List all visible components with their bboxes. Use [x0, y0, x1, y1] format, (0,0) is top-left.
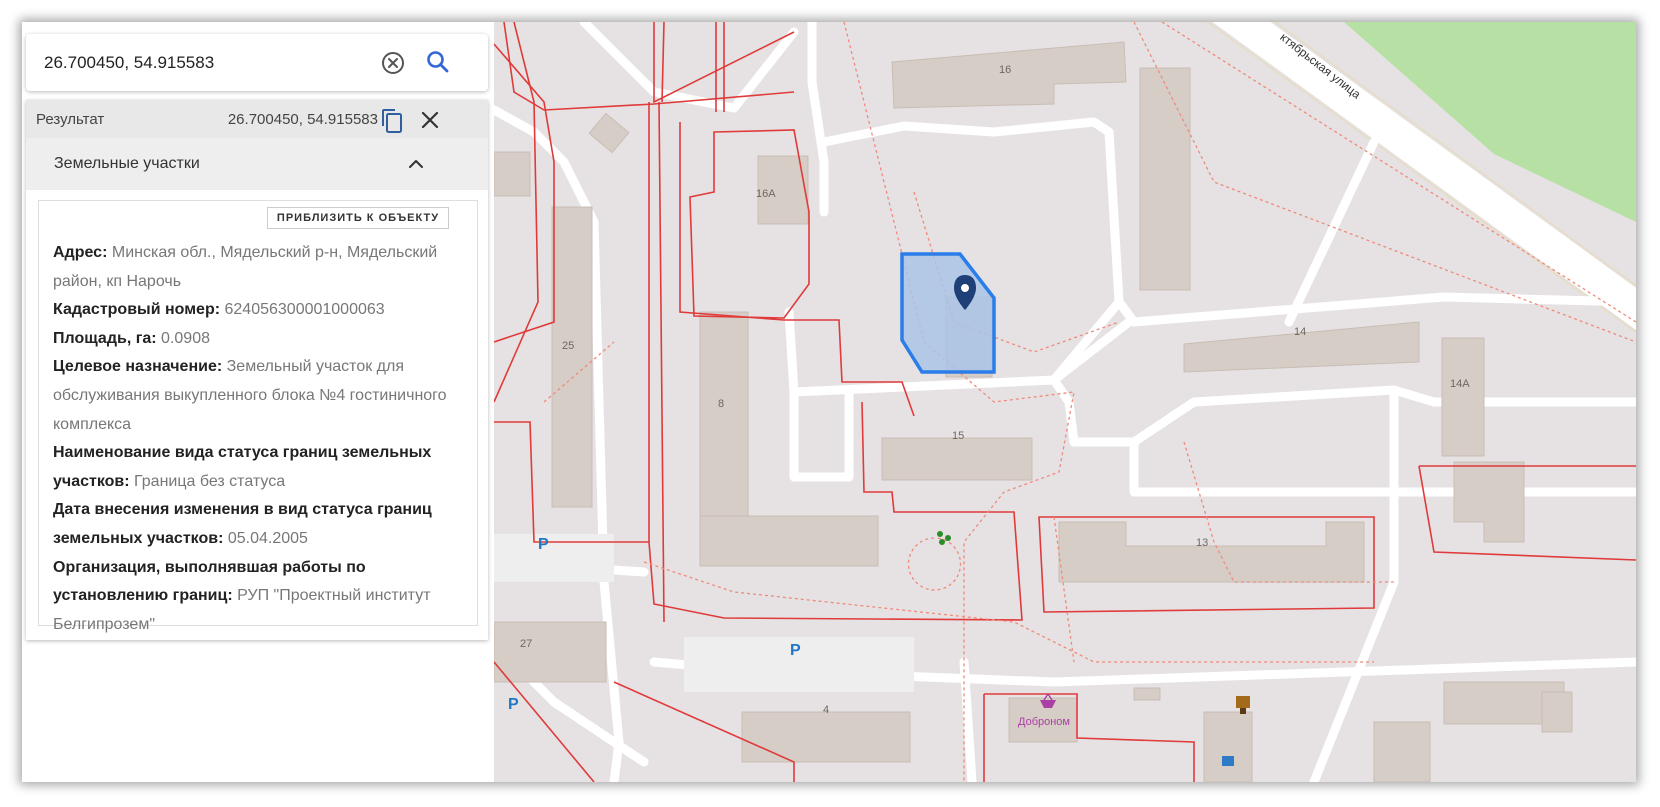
app-window: 16 16А 25 8 15 14 14А 13 27 4 ктябрьская… — [22, 22, 1636, 782]
cadastral-number-value: 624056300001000063 — [224, 301, 385, 319]
search-input[interactable] — [42, 48, 366, 78]
close-result-button[interactable] — [418, 108, 442, 132]
building-label: 13 — [1196, 537, 1209, 549]
clear-circle-icon — [382, 52, 404, 74]
result-card: Результат 26.700450, 54.915583 Земельные… — [26, 100, 488, 640]
land-plots-section-header[interactable]: Земельные участки — [26, 138, 488, 190]
parcel-details: Адрес: Минская обл., Мядельский р-н, Мяд… — [53, 239, 463, 639]
building-label: 27 — [520, 638, 533, 650]
building-label: 14 — [1294, 326, 1307, 338]
info-board-icon — [1222, 756, 1234, 766]
section-title: Земельные участки — [54, 155, 200, 172]
result-title: Результат — [36, 111, 105, 128]
shop-label[interactable]: Доброном — [1018, 716, 1070, 728]
building-label: 8 — [718, 398, 725, 410]
search-icon — [427, 51, 449, 73]
parking-icon: P — [790, 642, 801, 659]
map-canvas[interactable] — [494, 22, 1636, 782]
cadastral-number-label: Кадастровый номер: — [53, 301, 221, 319]
search-button[interactable] — [424, 48, 452, 76]
side-panel: Результат 26.700450, 54.915583 Земельные… — [22, 22, 494, 782]
chevron-up-icon — [409, 160, 423, 168]
parking-icon: P — [508, 696, 519, 713]
parcel-info: ПРИБЛИЗИТЬ К ОБЪЕКТУ Адрес: Минская обл.… — [38, 200, 478, 633]
building-label: 16 — [999, 64, 1012, 76]
area-value: 0.0908 — [161, 329, 210, 347]
selected-parcel — [900, 252, 996, 374]
result-coordinates: 26.700450, 54.915583 — [227, 111, 378, 128]
clear-search-button[interactable] — [380, 50, 406, 76]
zoom-to-object-button[interactable]: ПРИБЛИЗИТЬ К ОБЪЕКТУ — [267, 207, 449, 229]
copy-icon — [382, 109, 402, 133]
address-label: Адрес: — [53, 244, 108, 261]
building-label: 15 — [952, 430, 965, 442]
building-label: 4 — [823, 704, 830, 716]
area-label: Площадь, га: — [53, 329, 157, 347]
close-icon — [421, 111, 439, 129]
cafe-icon — [1236, 696, 1250, 714]
boundary-status-value: Граница без статуса — [134, 472, 286, 490]
change-date-value: 05.04.2005 — [227, 529, 308, 547]
building-label: 14А — [1450, 378, 1470, 390]
copy-coordinates-button[interactable] — [380, 108, 404, 134]
purpose-label: Целевое назначение: — [53, 358, 223, 376]
result-header: Результат 26.700450, 54.915583 — [26, 100, 488, 138]
parking-icon: P — [538, 536, 549, 553]
search-bar — [26, 34, 488, 91]
map-view[interactable]: 16 16А 25 8 15 14 14А 13 27 4 ктябрьская… — [494, 22, 1636, 782]
building-label: 25 — [562, 340, 575, 352]
building-label: 16А — [756, 188, 776, 200]
address-value: Минская обл., Мядельский р-н, Мядельский… — [53, 244, 438, 290]
